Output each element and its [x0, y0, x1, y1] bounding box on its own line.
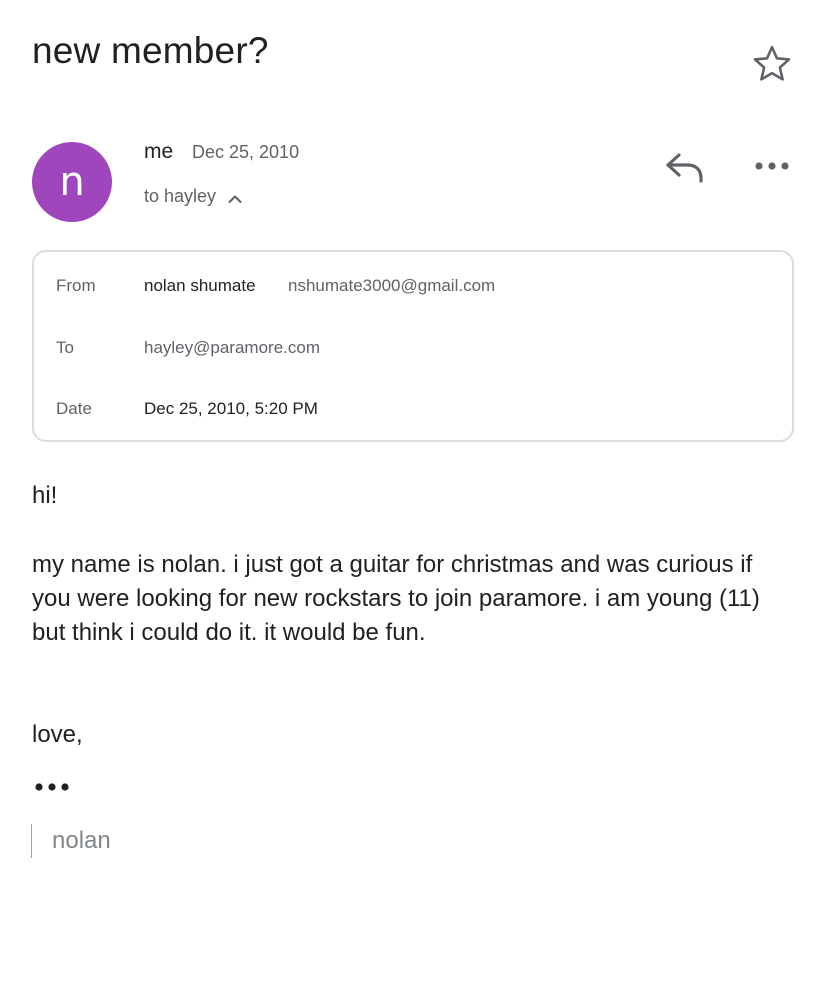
date-value: Dec 25, 2010, 5:20 PM: [144, 399, 318, 418]
reply-icon[interactable]: [662, 148, 706, 186]
sender-name: me: [144, 140, 174, 163]
from-label: From: [56, 276, 96, 295]
to-label: To: [56, 338, 74, 357]
email-subject: new member?: [32, 30, 269, 71]
recipients-toggle[interactable]: to hayley: [144, 186, 242, 207]
message-details-panel: From nolan shumate nshumate3000@gmail.co…: [32, 250, 794, 442]
show-trimmed-content-icon[interactable]: [34, 780, 70, 794]
body-closing: love,: [32, 721, 83, 748]
body-greeting: hi!: [32, 482, 58, 509]
avatar-letter: n: [59, 159, 85, 205]
to-address: hayley@paramore.com: [144, 338, 320, 357]
quoted-signature: nolan: [31, 824, 111, 858]
star-icon[interactable]: [750, 42, 794, 86]
chevron-up-icon: [228, 195, 242, 203]
sent-date: Dec 25, 2010: [192, 142, 300, 162]
from-email: nshumate3000@gmail.com: [288, 276, 496, 295]
from-name: nolan shumate: [144, 276, 256, 295]
body-paragraph: my name is nolan. i just got a guitar fo…: [32, 551, 760, 646]
recipients-label: to hayley: [144, 186, 217, 206]
more-icon[interactable]: [752, 152, 792, 180]
avatar: n: [32, 142, 112, 222]
date-label: Date: [56, 399, 92, 418]
